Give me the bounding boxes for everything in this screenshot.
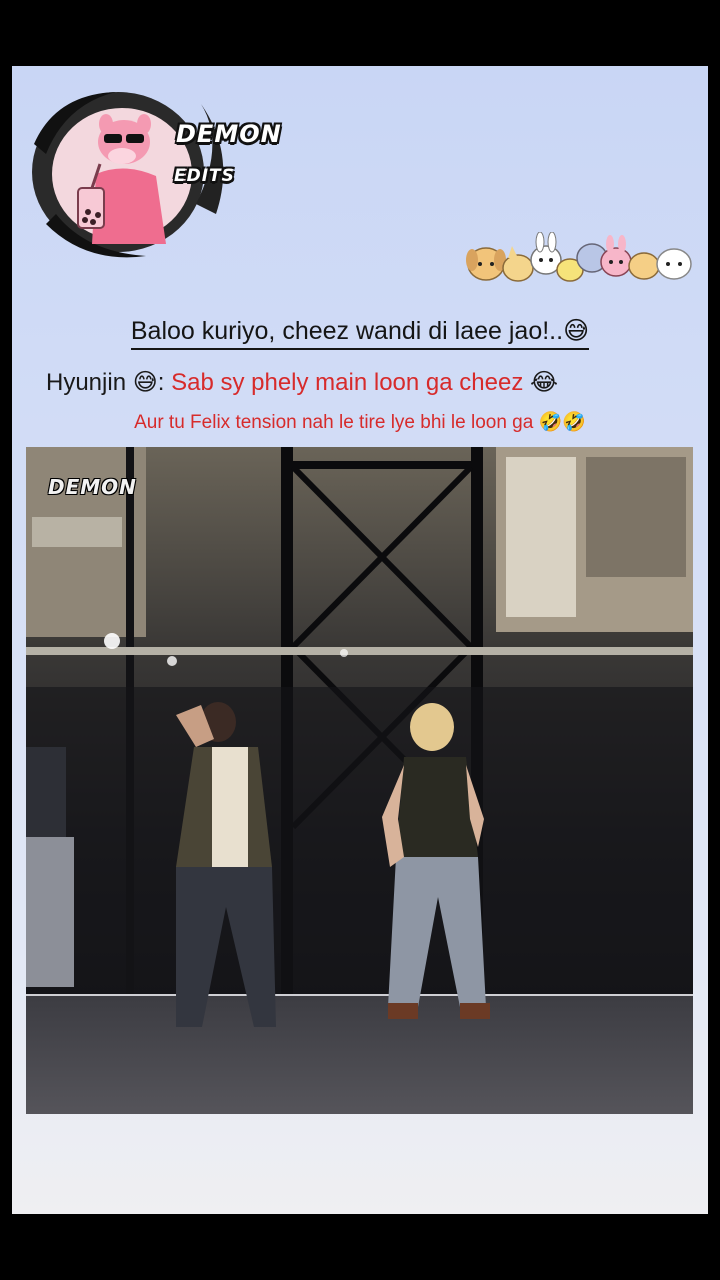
sweat-smile-emoji: 😅 — [563, 316, 590, 350]
speaker-emoji: 😅 — [132, 368, 158, 396]
speaker-name: Hyunjin — [46, 369, 127, 396]
logo-title: DEMON — [176, 120, 282, 148]
headline-caption: Baloo kuriyo, cheez wandi di laee jao!..… — [12, 316, 708, 350]
speaker-separator: : — [157, 369, 165, 396]
logo-subtitle: EDITS — [174, 166, 235, 186]
subline-caption: Aur tu Felix tension nah le tire lye bhi… — [12, 410, 708, 434]
speaker-line-text: Sab sy phely main loon ga cheez — [171, 369, 524, 396]
subline-text: Aur tu Felix tension nah le tire lye bhi… — [134, 412, 534, 433]
concert-stage-video-icon — [26, 447, 693, 1114]
laughing-emoji: 😂 — [529, 368, 559, 396]
video-player[interactable]: DEMON — [26, 447, 693, 1114]
headline-text: Baloo kuriyo, cheez wandi di laee jao!.. — [130, 317, 564, 350]
cute-animal-mascots-icon — [464, 231, 700, 290]
demon-edits-logo: DEMON EDITS — [26, 84, 281, 264]
post-card: DEMON EDITS Baloo kuriyo, cheez wandi di… — [12, 66, 708, 1214]
rofl-emoji: 🤣🤣 — [538, 411, 586, 433]
video-watermark: DEMON — [48, 475, 137, 499]
speaker-caption: Hyunjin 😅: Sab sy phely main loon ga che… — [46, 368, 558, 397]
